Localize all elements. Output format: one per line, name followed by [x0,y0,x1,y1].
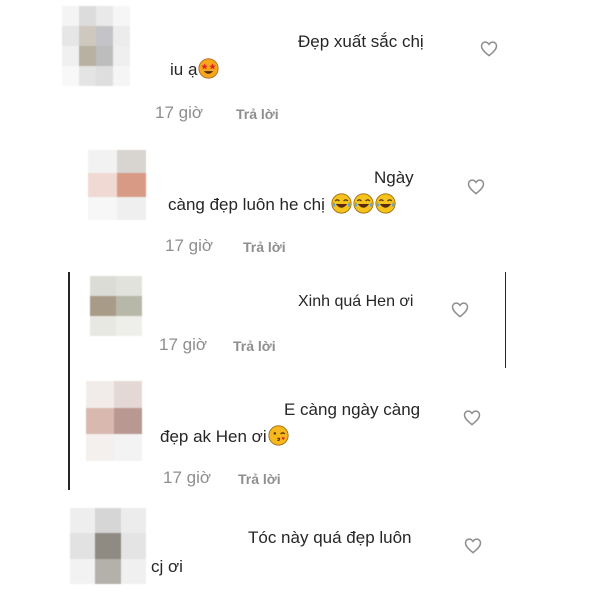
comment-text-continued: đẹp ak Hen ơi [160,425,289,451]
heart-icon[interactable] [463,409,481,426]
reply-button[interactable]: Trả lời [243,239,286,255]
heart-icon[interactable] [451,301,469,318]
tears-of-joy-emoji [331,193,352,219]
comment-text-line2: iu ạ [170,60,198,79]
comment-text: Ngày [374,168,414,187]
comment-text-line2: đẹp ak Hen ơi [160,427,267,446]
comment-text: Đẹp xuất sắc chị [298,32,424,51]
avatar[interactable] [62,6,130,86]
section-divider [505,272,506,368]
reply-button[interactable]: Trả lời [238,471,281,487]
kissing-wink-emoji [268,425,289,451]
avatar[interactable] [86,381,142,461]
star-struck-emoji [198,58,220,84]
comment-timestamp: 17 giờ [155,103,204,122]
reply-thread-divider [68,272,70,490]
comment-text-continued: iu ạ [170,58,220,84]
heart-icon[interactable] [464,537,482,554]
avatar[interactable] [70,508,146,584]
heart-icon[interactable] [480,40,498,57]
comment-text-continued: cj ơi [151,557,183,576]
tears-of-joy-emoji [353,193,374,219]
avatar[interactable] [90,276,142,336]
comment-timestamp: 17 giờ [159,335,208,354]
avatar[interactable] [88,150,146,220]
comment-text-line2: càng đẹp luôn he chị [168,195,325,214]
comment-text: Xinh quá Hen ơi [298,293,414,310]
comment-text: Tóc này quá đẹp luôn [248,528,412,547]
comment-text: E càng ngày càng [284,400,421,419]
reply-button[interactable]: Trả lời [236,106,279,122]
tears-of-joy-emoji [375,193,396,219]
heart-icon[interactable] [467,178,485,195]
comment-timestamp: 17 giờ [163,468,212,487]
comment-text-continued: càng đẹp luôn he chị [168,193,396,219]
comment-timestamp: 17 giờ [165,236,214,255]
reply-button[interactable]: Trả lời [233,338,276,354]
